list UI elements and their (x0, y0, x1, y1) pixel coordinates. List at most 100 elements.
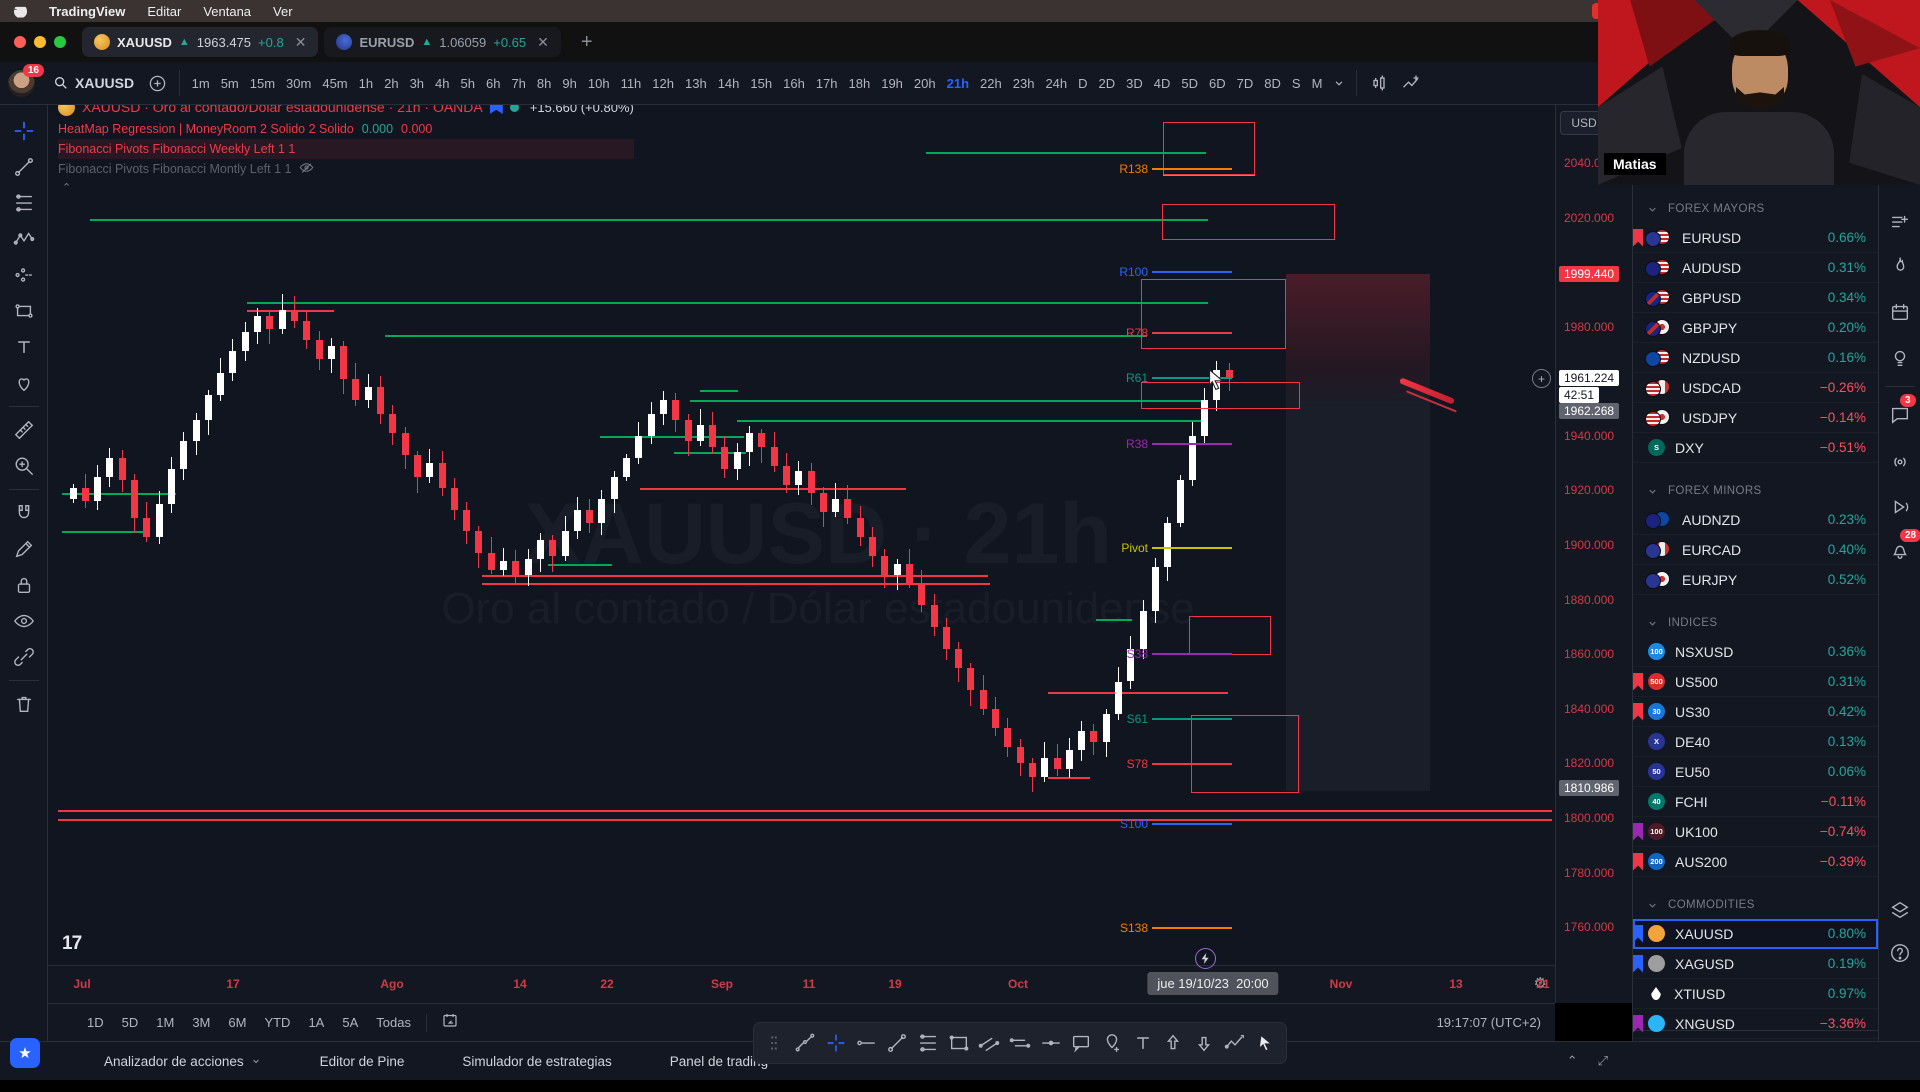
candle[interactable] (758, 433, 765, 447)
interval-5h[interactable]: 5h (455, 72, 480, 95)
close-window-icon[interactable] (14, 36, 26, 48)
crosshair-tool-icon[interactable] (821, 1028, 850, 1058)
interval-D[interactable]: D (1073, 72, 1093, 95)
flag-marker-icon[interactable] (1633, 925, 1643, 943)
quick-search-button[interactable]: ★ (10, 1038, 40, 1068)
candle[interactable] (82, 488, 89, 502)
candle[interactable] (266, 316, 273, 330)
rectangle-tool-icon[interactable] (944, 1028, 973, 1058)
pivot-line-s100[interactable] (1152, 823, 1232, 825)
interval-16h[interactable]: 16h (778, 72, 811, 95)
interval-23h[interactable]: 23h (1007, 72, 1040, 95)
pivot-line-s138[interactable] (1152, 927, 1232, 929)
candle[interactable] (94, 477, 101, 502)
candle[interactable] (316, 340, 323, 359)
candle[interactable] (721, 447, 728, 469)
candle[interactable] (672, 400, 679, 419)
interval-2D[interactable]: 2D (1093, 72, 1121, 95)
candle[interactable] (869, 537, 876, 556)
candle[interactable] (635, 436, 642, 458)
watchlist-row-gbpusd[interactable]: GBPUSD0.34% (1633, 283, 1878, 313)
flag-marker-icon[interactable] (1633, 823, 1643, 841)
fib-retracement-tool-icon[interactable] (914, 1028, 943, 1058)
candle[interactable] (1164, 523, 1171, 567)
eye-off-icon[interactable] (299, 160, 314, 178)
candle[interactable] (734, 452, 741, 468)
close-tab-icon[interactable]: ✕ (537, 34, 549, 51)
candle[interactable] (808, 471, 815, 493)
candle[interactable] (795, 471, 802, 485)
alerts-icon[interactable]: 28 (1886, 536, 1914, 564)
section-indices[interactable]: INDICES (1633, 609, 1878, 637)
horizontal-ray-tool-icon[interactable] (852, 1028, 881, 1058)
link-icon[interactable] (5, 639, 43, 675)
watchlist-row-eurusd[interactable]: EURUSD0.66% (1633, 223, 1878, 253)
section-forex-mayors[interactable]: FOREX MAYORS (1633, 195, 1878, 223)
candle[interactable] (439, 463, 446, 488)
watchlist-row-de40[interactable]: XDE400.13% (1633, 727, 1878, 757)
watchlist-row-audusd[interactable]: AUDUSD0.31% (1633, 253, 1878, 283)
level-line[interactable] (1096, 619, 1132, 621)
watchlist-row-xauusd[interactable]: XAUUSD0.80% (1633, 919, 1878, 949)
interval-5D[interactable]: 5D (1176, 72, 1204, 95)
interval-5m[interactable]: 5m (215, 72, 244, 95)
level-line[interactable] (1048, 692, 1228, 694)
draw-pencil-icon[interactable] (5, 531, 43, 567)
candle[interactable] (623, 458, 630, 477)
interval-20h[interactable]: 20h (908, 72, 941, 95)
menu-tradingview[interactable]: TradingView (49, 4, 125, 19)
emoji-icon[interactable] (5, 365, 43, 401)
cursor-tool-icon[interactable] (1251, 1028, 1280, 1058)
level-line[interactable] (247, 302, 1208, 304)
candle[interactable] (955, 649, 962, 668)
section-commodities[interactable]: COMMODITIES (1633, 891, 1878, 919)
candle[interactable] (1078, 731, 1085, 750)
watchlist-row-nsxusd[interactable]: 100NSXUSD0.36% (1633, 637, 1878, 667)
calendar-icon[interactable] (1886, 298, 1914, 326)
candle[interactable] (1004, 728, 1011, 747)
trend-line-icon[interactable] (5, 149, 43, 185)
new-tab-button[interactable]: + (581, 31, 593, 54)
level-line[interactable] (90, 219, 1208, 221)
close-tab-icon[interactable]: ✕ (295, 34, 307, 51)
interval-19h[interactable]: 19h (876, 72, 909, 95)
short-position-zone[interactable] (1286, 274, 1430, 791)
candle[interactable] (697, 425, 704, 441)
watchlist-row-nzdusd[interactable]: NZDUSD0.16% (1633, 343, 1878, 373)
callout-tool-icon[interactable] (1067, 1028, 1096, 1058)
pivot-line-s61[interactable] (1152, 718, 1232, 720)
range-1d[interactable]: 1D (78, 1011, 113, 1034)
candle[interactable] (832, 499, 839, 513)
flag-marker-icon[interactable] (1633, 229, 1643, 247)
resize-panel-icon[interactable]: ⤢ (1598, 1053, 1608, 1069)
pivot-line-s78[interactable] (1152, 763, 1232, 765)
watchlist-row-us500[interactable]: 500US5000.31% (1633, 667, 1878, 697)
event-lightning-icon[interactable] (1195, 948, 1216, 969)
level-line[interactable] (700, 390, 738, 392)
interval-7D[interactable]: 7D (1231, 72, 1259, 95)
candle[interactable] (943, 627, 950, 649)
drawing-box[interactable] (1189, 616, 1271, 655)
candle[interactable] (488, 553, 495, 569)
menu-ver[interactable]: Ver (273, 4, 293, 19)
interval-24h[interactable]: 24h (1040, 72, 1073, 95)
expand-panel-icon[interactable]: ⌃ (1567, 1053, 1578, 1069)
drawing-box[interactable] (1162, 204, 1335, 240)
ideas-icon[interactable] (1886, 344, 1914, 372)
candle[interactable] (881, 556, 888, 575)
traffic-lights[interactable] (14, 36, 66, 48)
maximize-window-icon[interactable] (54, 36, 66, 48)
pivot-line-s38[interactable] (1152, 653, 1232, 655)
candle[interactable] (648, 414, 655, 436)
interval-3D[interactable]: 3D (1121, 72, 1149, 95)
candle[interactable] (1090, 731, 1097, 742)
hotlists-icon[interactable] (1886, 252, 1914, 280)
arrow-down-tool-icon[interactable] (1190, 1028, 1219, 1058)
candle[interactable] (771, 447, 778, 466)
interval-17h[interactable]: 17h (810, 72, 843, 95)
interval-S[interactable]: S (1286, 72, 1306, 95)
candle[interactable] (1177, 480, 1184, 524)
forecast-icon[interactable] (5, 257, 43, 293)
candle[interactable] (857, 518, 864, 537)
candle[interactable] (1140, 611, 1147, 649)
